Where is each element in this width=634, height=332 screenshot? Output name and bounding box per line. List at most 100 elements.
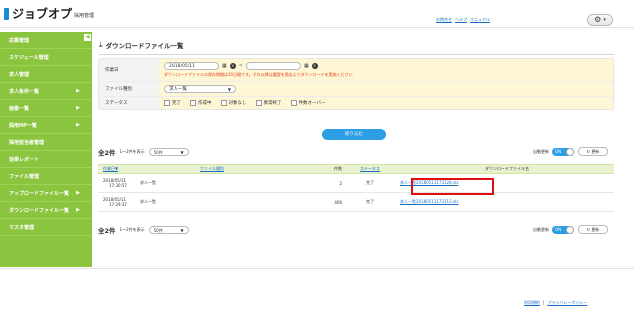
sort-type-link[interactable]: ファイル種別	[200, 166, 224, 171]
status-checkbox-error[interactable]: 異常終了	[255, 100, 282, 106]
status-label: ステータス	[99, 97, 159, 109]
auto-refresh: 自動更新 ON	[533, 148, 574, 156]
file-header: ダウンロードファイル名	[485, 166, 529, 171]
sidebar-item-jobs[interactable]: 求人管理	[0, 66, 92, 83]
checkbox-label: 対象なし	[228, 101, 247, 106]
auto-refresh-toggle[interactable]: ON	[552, 226, 574, 234]
chevron-down-icon: ▾	[603, 17, 606, 23]
refresh-button[interactable]: ↻ 更新	[578, 147, 608, 156]
sidebar-item-recruiters[interactable]: 採用担当者管理	[0, 134, 92, 151]
table-row: 2018/05/11 17:29:37 求人一覧 406 完了 求人一覧20180…	[98, 193, 614, 212]
status-checkbox-over[interactable]: 件数オーバー	[290, 100, 325, 106]
download-list: 作業日▼ ファイル種別 件数 ステータス ダウンロードファイル名 2018/05…	[98, 164, 614, 212]
sidebar-item-uploads[interactable]: アップロードファイル一覧 ▶	[0, 185, 92, 202]
logo-mark-icon	[4, 8, 9, 20]
toggle-state: ON	[555, 149, 562, 154]
app-header: ジョブオプ 採用管理 お問合せ ヘルプ マニュアル ⚙ ▾	[0, 0, 634, 28]
date-to-input[interactable]	[245, 62, 301, 70]
clear-icon[interactable]: ×	[311, 63, 318, 69]
retention-note: ダウンロードファイルの保存期間は30日間です。それ以降は履歴を過去よりダウンロー…	[164, 72, 353, 77]
sidebar-item-label: 効果レポート	[9, 156, 40, 163]
chevron-right-icon: ▶	[76, 88, 80, 94]
date-from-input[interactable]: 2018/05/11	[164, 62, 219, 70]
auto-refresh-toggle[interactable]: ON	[552, 148, 574, 156]
download-file-link[interactable]: 求人一覧20180511173112.xls	[400, 199, 458, 204]
row-count: 406	[334, 199, 342, 205]
sidebar-item-schedule[interactable]: スケジュール管理	[0, 49, 92, 66]
calendar-icon[interactable]: ▦	[222, 63, 227, 69]
status-row: ステータス 完了 作成中 対象なし 異常終了 件数オーバー	[99, 97, 613, 109]
checkbox[interactable]	[190, 100, 196, 106]
logo[interactable]: ジョブオプ 採用管理	[4, 8, 94, 20]
auto-refresh-label: 自動更新	[533, 149, 549, 154]
row-status: 完了	[366, 180, 374, 185]
sidebar-item-label: ダウンロードファイル一覧	[9, 207, 70, 214]
checkbox[interactable]	[290, 100, 297, 106]
row-time: 17:30:57	[109, 183, 127, 188]
highlight-box	[411, 178, 494, 195]
pager-top: 全2件 1〜2件を表示 50件 ▼ 自動更新 ON ↻ 更新	[98, 147, 614, 157]
sidebar-item-reports[interactable]: 効果レポート	[0, 151, 92, 168]
checkbox[interactable]	[255, 100, 262, 106]
toggle-knob	[566, 226, 574, 234]
row-count: 2	[339, 180, 342, 186]
status-checkbox-complete[interactable]: 完了	[164, 100, 181, 106]
list-header: 作業日▼ ファイル種別 件数 ステータス ダウンロードファイル名	[98, 164, 614, 174]
privacy-link[interactable]: プライバシーポリシー	[547, 300, 587, 306]
checkbox-label: 作成中	[198, 101, 212, 106]
sidebar-item-label: スケジュール管理	[9, 54, 49, 61]
sidebar-item-label: 画像一覧	[9, 105, 30, 112]
sidebar: ◀ 応募管理 スケジュール管理 求人管理 求人条件一覧 ▶ 画像一覧 ▶ 採用HP一…	[0, 32, 92, 267]
table-row: 2018/05/11 17:30:57 求人一覧 2 完了 求人一覧2018051…	[98, 174, 614, 193]
sidebar-item-label: アップロードファイル一覧	[9, 190, 70, 197]
filter-form: 作業日 2018/05/11 ▦ × ~ ▦ × ダウンロードファイルの保存期間…	[98, 58, 614, 110]
toggle-knob	[566, 148, 574, 156]
settings-button[interactable]: ⚙ ▾	[587, 14, 613, 26]
checkbox[interactable]	[164, 100, 170, 106]
refresh-icon: ↻	[586, 149, 591, 154]
sidebar-item-label: マスタ管理	[9, 224, 35, 231]
page-title: ⤓ ダウンロードファイル一覧	[99, 40, 184, 50]
status-checkbox-none[interactable]: 対象なし	[220, 100, 247, 106]
filter-button[interactable]: 絞り込む	[322, 129, 386, 140]
sidebar-item-label: 求人管理	[9, 71, 30, 78]
sidebar-item-job-conditions[interactable]: 求人条件一覧 ▶	[0, 83, 92, 100]
sidebar-item-recruit-hp[interactable]: 採用HP一覧 ▶	[0, 117, 92, 134]
sidebar-item-downloads[interactable]: ダウンロードファイル一覧 ▶	[0, 202, 92, 219]
clear-icon[interactable]: ×	[229, 63, 236, 69]
sidebar-item-files[interactable]: ファイル管理	[0, 168, 92, 185]
calendar-icon[interactable]: ▦	[304, 63, 309, 69]
refresh-icon: ↻	[586, 227, 591, 232]
count-header: 件数	[334, 166, 342, 171]
per-page-select[interactable]: 50件 ▼	[148, 148, 189, 156]
pager-bottom: 全2件 1〜2件を表示 50件 ▼ 自動更新 ON ↻ 更新	[98, 225, 614, 235]
sidebar-item-images[interactable]: 画像一覧 ▶	[0, 100, 92, 117]
manual-link[interactable]: マニュアル	[470, 17, 490, 23]
file-type-select[interactable]: 求人一覧 ▼	[164, 85, 236, 93]
per-page-select[interactable]: 50件 ▼	[148, 226, 189, 234]
select-value: 50件	[153, 150, 163, 155]
refresh-label: 更新	[591, 149, 600, 154]
result-count: 全2件	[98, 149, 116, 157]
dropdown-icon: ▼	[180, 228, 184, 233]
help-link[interactable]: ヘルプ	[455, 17, 467, 23]
status-checkbox-creating[interactable]: 作成中	[190, 100, 212, 106]
dropdown-icon: ▼	[227, 87, 231, 92]
checkbox-label: 異常終了	[263, 101, 282, 106]
result-range: 1〜2件を表示	[119, 149, 145, 154]
row-time: 17:29:37	[109, 202, 127, 207]
terms-link[interactable]: 利用規約	[524, 300, 540, 306]
select-value: 50件	[153, 228, 163, 233]
sort-date-link[interactable]: 作業日▼	[103, 166, 118, 171]
sidebar-item-master[interactable]: マスタ管理	[0, 219, 92, 236]
chevron-right-icon: ▶	[76, 105, 80, 111]
date-label: 作業日	[99, 59, 159, 81]
refresh-button[interactable]: ↻ 更新	[578, 225, 608, 234]
checkbox[interactable]	[220, 100, 227, 106]
sidebar-item-label: 求人条件一覧	[9, 88, 40, 95]
sort-status-link[interactable]: ステータス	[360, 166, 380, 171]
footer-separator: |	[543, 300, 545, 305]
sidebar-item-applications[interactable]: 応募管理	[0, 32, 92, 49]
toggle-state: ON	[555, 227, 562, 232]
contact-link[interactable]: お問合せ	[436, 17, 452, 23]
